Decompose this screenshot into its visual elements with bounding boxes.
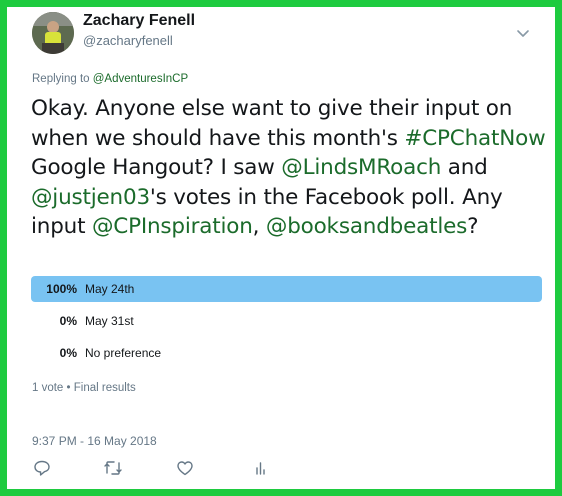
reply-target-link[interactable]: @AdventuresInCP xyxy=(93,73,188,85)
user-handle[interactable]: @zacharyfenell xyxy=(83,32,195,49)
poll-option-label: 100% May 24th xyxy=(31,276,134,302)
mention-link[interactable]: @justjen03 xyxy=(31,185,150,210)
mention-link[interactable]: @CPInspiration xyxy=(92,214,253,239)
display-name[interactable]: Zachary Fenell xyxy=(83,11,195,31)
poll-option-label: 0% May 31st xyxy=(31,308,134,334)
tweet-text-segment: and xyxy=(441,155,488,180)
user-names: Zachary Fenell @zacharyfenell xyxy=(83,11,195,49)
chevron-down-icon[interactable] xyxy=(515,25,531,41)
retweet-icon[interactable] xyxy=(102,458,126,482)
poll-option: 0% No preference xyxy=(31,340,542,366)
poll-choice: No preference xyxy=(85,346,162,360)
mention-link[interactable]: @booksandbeatles xyxy=(266,214,467,239)
mention-link[interactable]: @LindsMRoach xyxy=(281,155,441,180)
tweet-card: Zachary Fenell @zacharyfenell Replying t… xyxy=(0,0,562,496)
poll: 100% May 24th 0% May 31st 0% No preference xyxy=(31,276,542,372)
poll-meta: 1 vote • Final results xyxy=(32,382,136,394)
tweet-text-segment: , xyxy=(252,214,266,239)
tweet-timestamp[interactable]: 9:37 PM - 16 May 2018 xyxy=(32,434,157,448)
tweet-text-segment: Google Hangout? I saw xyxy=(31,155,282,180)
tweet-text: Okay. Anyone else want to give their inp… xyxy=(31,94,546,242)
heart-icon[interactable] xyxy=(175,458,199,482)
tweet-text-segment: ? xyxy=(467,214,479,239)
reply-icon[interactable] xyxy=(32,458,56,482)
poll-choice: May 24th xyxy=(85,282,135,296)
tweet-header: Zachary Fenell @zacharyfenell xyxy=(32,9,531,54)
poll-percent: 0% xyxy=(59,314,77,328)
poll-option: 0% May 31st xyxy=(31,308,542,334)
hashtag-link[interactable]: #CPChatNow xyxy=(404,126,545,151)
replying-prefix: Replying to xyxy=(32,73,93,85)
analytics-icon[interactable] xyxy=(250,458,274,482)
poll-percent: 100% xyxy=(46,282,77,296)
poll-option-label: 0% No preference xyxy=(31,340,161,366)
replying-to: Replying to @AdventuresInCP xyxy=(32,73,188,85)
tweet-actions xyxy=(32,458,432,482)
avatar[interactable] xyxy=(32,12,74,54)
poll-choice: May 31st xyxy=(85,314,134,328)
poll-percent: 0% xyxy=(59,346,77,360)
poll-option: 100% May 24th xyxy=(31,276,542,302)
